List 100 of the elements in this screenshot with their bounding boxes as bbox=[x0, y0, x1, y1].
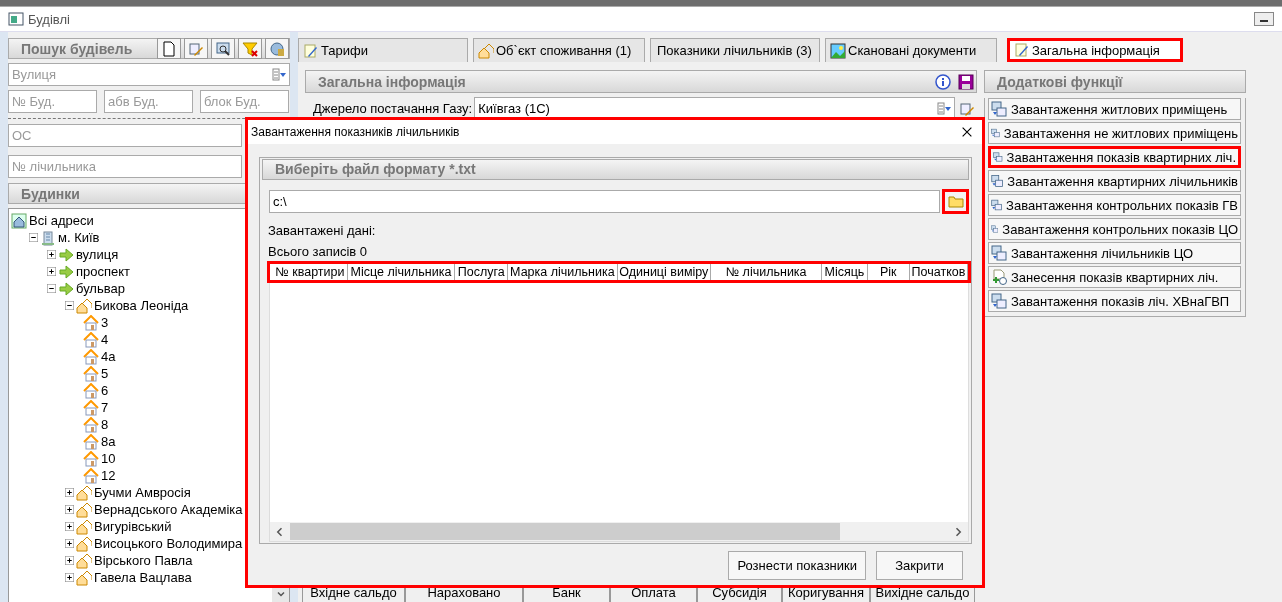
tree-item[interactable]: Висоцького Володимира bbox=[94, 536, 243, 551]
upload-icon bbox=[991, 101, 1007, 117]
save-button[interactable] bbox=[956, 71, 976, 92]
column-header[interactable]: Марка лічильника bbox=[508, 263, 618, 280]
house-icon bbox=[83, 365, 99, 382]
tree-item[interactable]: Бучми Амвросія bbox=[94, 485, 191, 500]
expand-icon[interactable] bbox=[65, 573, 74, 582]
tree-item[interactable]: проспект bbox=[76, 264, 131, 279]
house-icon bbox=[83, 382, 99, 399]
tree-item[interactable]: Вигурівський bbox=[94, 519, 172, 534]
tree-item[interactable]: 7 bbox=[101, 400, 109, 415]
globe-icon bbox=[269, 40, 285, 57]
column-header[interactable]: Послуга bbox=[455, 263, 509, 280]
input-field[interactable]: ОС bbox=[8, 124, 242, 147]
dialog-button[interactable]: Рознести показники bbox=[728, 551, 866, 580]
arrow-icon bbox=[58, 263, 74, 280]
function-button[interactable]: Завантаження не житлових приміщень bbox=[988, 122, 1241, 144]
close-icon bbox=[960, 125, 974, 139]
expand-icon[interactable] bbox=[65, 556, 74, 565]
tab[interactable]: Тарифи bbox=[298, 38, 468, 62]
column-header[interactable]: Початков bbox=[909, 263, 968, 280]
toolbar-button[interactable] bbox=[211, 38, 235, 59]
function-button[interactable]: Завантаження контрольних показів ЦО bbox=[988, 218, 1241, 240]
tree-item[interactable]: 8а bbox=[101, 434, 116, 449]
dropdown-icon bbox=[936, 100, 952, 116]
dialog-title: Завантаження показників лічильників bbox=[251, 125, 461, 139]
tree-item[interactable]: бульвар bbox=[76, 281, 125, 296]
upload-icon bbox=[991, 197, 1003, 213]
tree-item[interactable]: 4 bbox=[101, 332, 109, 347]
collapse-icon[interactable] bbox=[65, 301, 74, 310]
tab[interactable]: Скановані документи bbox=[825, 38, 997, 62]
tree-item[interactable]: 6 bbox=[101, 383, 109, 398]
function-button[interactable]: Завантаження контрольних показів ГВ bbox=[988, 194, 1241, 216]
houses-icon bbox=[76, 518, 92, 535]
function-button[interactable]: Завантаження лічильників ЦО bbox=[988, 242, 1241, 264]
house-icon bbox=[83, 416, 99, 433]
house-icon bbox=[83, 331, 99, 348]
houses-icon bbox=[76, 484, 92, 501]
record-count: Всього записів 0 bbox=[268, 243, 369, 258]
house-icon bbox=[83, 450, 99, 467]
tree-item[interactable]: 12 bbox=[101, 468, 116, 483]
page-icon bbox=[161, 40, 177, 57]
house-icon bbox=[83, 348, 99, 365]
path-field[interactable]: c:\ bbox=[269, 189, 941, 213]
input-field[interactable]: № лічильника bbox=[8, 155, 242, 178]
expand-icon[interactable] bbox=[47, 267, 56, 276]
expand-icon[interactable] bbox=[65, 488, 74, 497]
tab[interactable]: Показники лічильників (3) bbox=[650, 38, 820, 62]
houses-icon bbox=[76, 535, 92, 552]
arrow-icon bbox=[58, 246, 74, 263]
info-button[interactable] bbox=[933, 71, 953, 92]
houses-icon bbox=[76, 569, 92, 586]
column-header[interactable]: Одиниці виміру bbox=[617, 263, 712, 280]
expand-icon[interactable] bbox=[65, 539, 74, 548]
tab[interactable]: Загальна інформація bbox=[1007, 38, 1183, 62]
browse-button[interactable] bbox=[942, 188, 969, 214]
tree-item[interactable]: 4а bbox=[101, 349, 116, 364]
collapse-icon[interactable] bbox=[29, 233, 38, 242]
tab[interactable]: Об`єкт споживання (1) bbox=[473, 38, 645, 62]
tree-item[interactable]: вулиця bbox=[76, 247, 119, 262]
tree-item[interactable]: Гавела Вацлава bbox=[94, 570, 192, 585]
function-button[interactable]: Завантаження показів ліч. ХВнаГВП bbox=[988, 290, 1241, 312]
building-icon bbox=[40, 229, 56, 246]
field-label: Джерело постачання Газу: bbox=[313, 101, 473, 116]
street-field[interactable]: Вулиця bbox=[8, 63, 290, 86]
function-button[interactable]: Занесення показів квартирних ліч. bbox=[988, 266, 1241, 288]
tree-item[interactable]: Всі адреси bbox=[29, 213, 94, 228]
dialog-button[interactable]: Закрити bbox=[876, 551, 963, 580]
column-header[interactable]: Місяць bbox=[822, 263, 868, 280]
column-header[interactable]: Місце лічильника bbox=[347, 263, 456, 280]
tree-item[interactable]: м. Київ bbox=[58, 230, 100, 245]
input-field[interactable]: № Буд. bbox=[8, 90, 97, 113]
tree-item[interactable]: 5 bbox=[101, 366, 109, 381]
column-header[interactable]: Рік bbox=[867, 263, 910, 280]
upload-icon bbox=[991, 293, 1007, 309]
info-icon bbox=[935, 73, 951, 90]
image-icon bbox=[830, 42, 846, 59]
tree-item[interactable]: 8 bbox=[101, 417, 109, 432]
house-icon bbox=[83, 467, 99, 484]
tree-item[interactable]: 10 bbox=[101, 451, 116, 466]
expand-icon[interactable] bbox=[65, 522, 74, 531]
tree-item[interactable]: Вернадського Академіка bbox=[94, 502, 243, 517]
preview-icon bbox=[215, 40, 231, 57]
function-button[interactable]: Завантаження показів квартирних ліч. bbox=[988, 146, 1241, 168]
input-field[interactable]: блок Буд. bbox=[200, 90, 289, 113]
tree-item[interactable]: 3 bbox=[101, 315, 109, 330]
expand-icon[interactable] bbox=[47, 250, 56, 259]
function-button[interactable]: Завантаження житлових приміщень bbox=[988, 98, 1241, 120]
column-header[interactable]: № квартири bbox=[273, 263, 348, 280]
scrollbar-thumb[interactable] bbox=[290, 523, 840, 540]
collapse-icon[interactable] bbox=[47, 284, 56, 293]
expand-icon[interactable] bbox=[65, 505, 74, 514]
tree-item[interactable]: Бикова Леоніда bbox=[94, 298, 189, 313]
column-header[interactable]: № лічильника bbox=[711, 263, 823, 280]
edit-icon bbox=[1014, 42, 1030, 58]
function-button[interactable]: Завантаження квартирних лічильників bbox=[988, 170, 1241, 192]
minimize-button[interactable] bbox=[1254, 12, 1274, 26]
tree-item[interactable]: Вірського Павла bbox=[94, 553, 193, 568]
input-field[interactable]: абв Буд. bbox=[104, 90, 193, 113]
panel-title: Пошук будівель bbox=[21, 40, 134, 57]
